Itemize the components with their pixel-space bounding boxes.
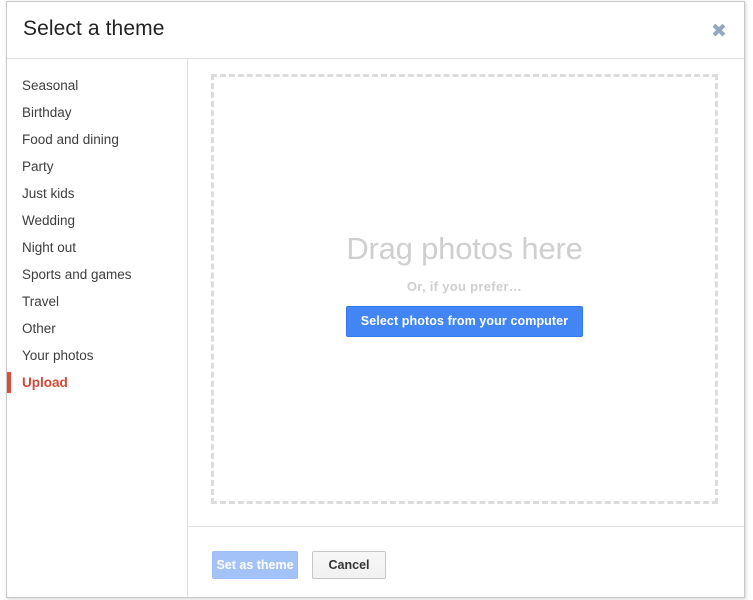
drag-photos-label: Drag photos here: [346, 231, 583, 266]
or-prefer-label: Or, if you prefer…: [406, 279, 523, 294]
sidebar-item-night-out[interactable]: Night out: [7, 234, 187, 261]
photo-dropzone[interactable]: Drag photos here Or, if you prefer… Sele…: [211, 74, 718, 504]
sidebar-item-upload[interactable]: Upload: [7, 369, 187, 396]
dropzone-region: Drag photos here Or, if you prefer… Sele…: [188, 59, 744, 527]
sidebar-item-your-photos[interactable]: Your photos: [7, 342, 187, 369]
dialog-footer: Set as theme Cancel: [188, 527, 744, 597]
set-as-theme-button[interactable]: Set as theme: [212, 551, 298, 579]
page-title: Select a theme: [23, 17, 165, 40]
dialog-header: Select a theme ✖: [7, 2, 744, 59]
select-photos-button[interactable]: Select photos from your computer: [345, 306, 584, 337]
sidebar-item-other[interactable]: Other: [7, 315, 187, 342]
sidebar-item-seasonal[interactable]: Seasonal: [7, 72, 187, 99]
theme-category-sidebar: Seasonal Birthday Food and dining Party …: [7, 59, 188, 597]
sidebar-item-food-and-dining[interactable]: Food and dining: [7, 126, 187, 153]
sidebar-item-travel[interactable]: Travel: [7, 288, 187, 315]
cancel-button[interactable]: Cancel: [312, 551, 386, 579]
sidebar-item-just-kids[interactable]: Just kids: [7, 180, 187, 207]
main-pane: Drag photos here Or, if you prefer… Sele…: [188, 59, 744, 597]
close-icon[interactable]: ✖: [704, 16, 734, 46]
sidebar-item-sports-and-games[interactable]: Sports and games: [7, 261, 187, 288]
sidebar-item-wedding[interactable]: Wedding: [7, 207, 187, 234]
sidebar-item-birthday[interactable]: Birthday: [7, 99, 187, 126]
dropzone-content: Drag photos here Or, if you prefer… Sele…: [214, 231, 715, 337]
sidebar-item-party[interactable]: Party: [7, 153, 187, 180]
dialog-body: Seasonal Birthday Food and dining Party …: [7, 59, 744, 597]
select-theme-dialog: Select a theme ✖ Seasonal Birthday Food …: [6, 1, 745, 598]
